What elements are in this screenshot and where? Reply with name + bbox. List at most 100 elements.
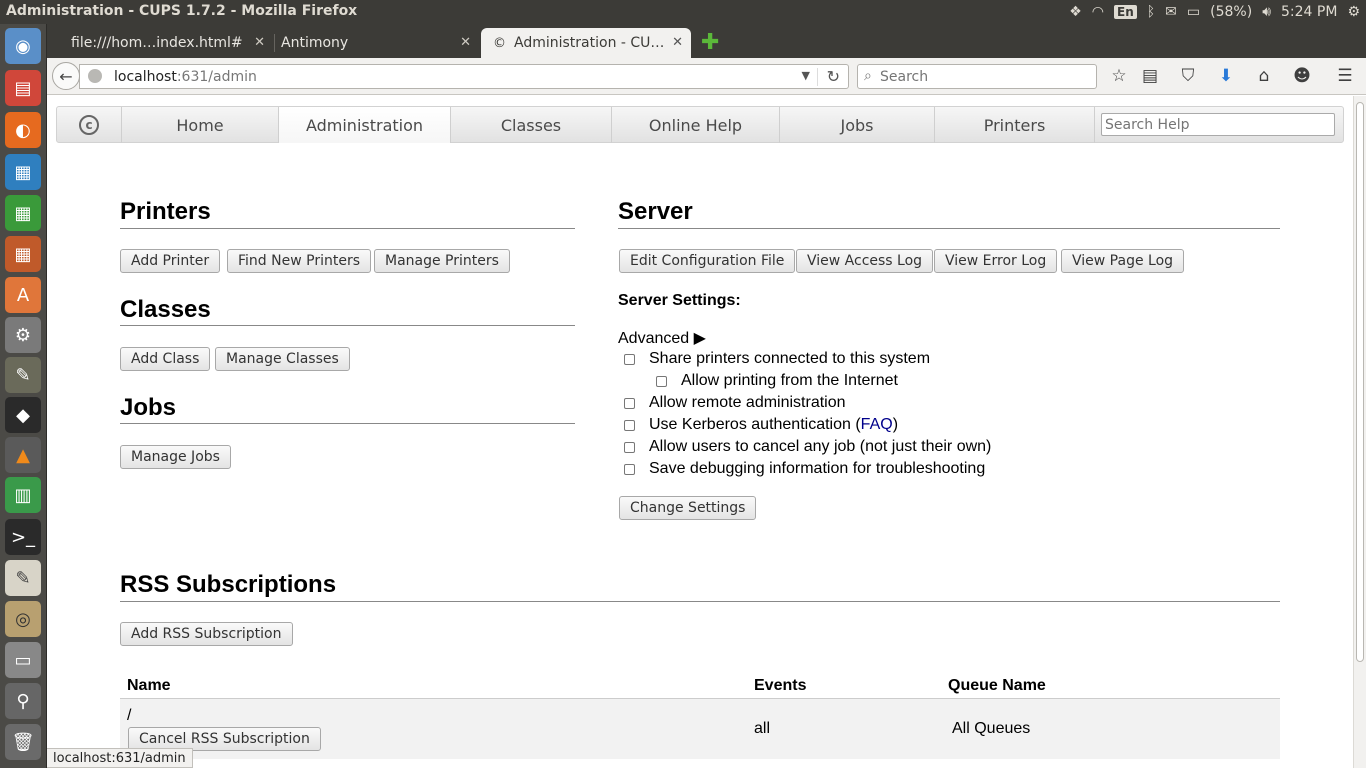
hello-chat-icon[interactable]: ☻ [1290, 65, 1314, 87]
tab-antimony[interactable]: Antimony ✕ [269, 28, 479, 58]
close-icon[interactable]: ✕ [254, 35, 265, 50]
printers-heading: Printers [120, 198, 211, 225]
trash-icon[interactable]: 🗑︎ [5, 724, 41, 760]
section-divider [120, 325, 575, 326]
change-settings-button[interactable]: Change Settings [619, 496, 757, 520]
kerberos-faq-link[interactable]: FAQ [861, 416, 893, 434]
vertical-scrollbar[interactable] [1353, 96, 1366, 768]
calc-icon[interactable]: ▦ [5, 195, 41, 231]
search-input[interactable] [880, 67, 1090, 87]
close-icon[interactable]: ✕ [672, 35, 683, 50]
nav-jobs[interactable]: Jobs [780, 107, 935, 143]
dash-icon[interactable]: ◉ [5, 28, 41, 64]
allow-internet-checkbox[interactable] [656, 375, 667, 387]
section-divider [120, 423, 575, 424]
view-page-log-button[interactable]: View Page Log [1061, 249, 1185, 273]
reload-icon[interactable]: ↻ [827, 67, 840, 86]
rss-subscription-link[interactable]: / [127, 707, 131, 725]
debug-logging-checkbox[interactable] [624, 463, 635, 475]
nav-online-help[interactable]: Online Help [612, 107, 780, 143]
tab-file[interactable]: file:///hom…index.html# ✕ [59, 28, 273, 58]
cancel-any-job-checkbox[interactable] [624, 441, 635, 453]
rss-subscriptions-heading: RSS Subscriptions [120, 571, 337, 598]
files-icon[interactable]: ▤ [5, 70, 41, 106]
add-printer-button[interactable]: Add Printer [120, 249, 221, 273]
remote-admin-label: Allow remote administration [649, 394, 846, 411]
server-heading: Server [618, 198, 693, 225]
reading-list-icon[interactable]: ▤ [1138, 65, 1162, 87]
add-rss-subscription-button[interactable]: Add RSS Subscription [120, 622, 293, 646]
close-icon[interactable]: ✕ [460, 35, 471, 50]
history-dropdown-icon[interactable]: ▼ [802, 69, 810, 82]
manage-printers-button[interactable]: Manage Printers [374, 249, 510, 273]
gear-icon[interactable]: ⚙ [1347, 4, 1360, 20]
nav-administration[interactable]: Administration [278, 107, 451, 143]
section-divider [120, 601, 1280, 602]
view-error-log-button[interactable]: View Error Log [934, 249, 1058, 273]
writer-icon[interactable]: ▦ [5, 154, 41, 190]
cups-logo[interactable]: c [57, 107, 122, 143]
tab-administration[interactable]: © Administration - CU… ✕ [481, 28, 691, 58]
home-icon[interactable]: ⌂ [1252, 65, 1276, 87]
url-separator [817, 68, 818, 86]
nav-home[interactable]: Home [122, 107, 279, 143]
inkscape-icon[interactable]: ◆ [5, 397, 41, 433]
settings-icon[interactable]: ⚙ [5, 317, 41, 353]
image-viewer-icon[interactable]: ◎ [5, 601, 41, 637]
manage-jobs-button[interactable]: Manage Jobs [120, 445, 231, 469]
battery-icon[interactable]: ▭ [1187, 4, 1200, 20]
usb-icon[interactable]: ⚲ [5, 683, 41, 719]
firefox-icon[interactable]: ◐ [5, 112, 41, 148]
libreoffice-icon[interactable]: ▥ [5, 477, 41, 513]
manage-classes-button[interactable]: Manage Classes [215, 347, 350, 371]
software-center-icon[interactable]: A [5, 277, 41, 313]
menu-icon[interactable]: ☰ [1333, 65, 1357, 87]
share-printers-checkbox[interactable] [624, 353, 635, 365]
share-printers-option: Share printers connected to this system [624, 350, 930, 368]
advanced-link[interactable]: Advanced ▶ [618, 328, 706, 348]
text-editor-icon[interactable]: ✎ [5, 560, 41, 596]
column-header-name: Name [127, 677, 171, 694]
nav-classes[interactable]: Classes [451, 107, 612, 143]
tab-label: Administration - CU… [514, 35, 665, 51]
mail-icon[interactable]: ✉ [1165, 4, 1177, 20]
allow-internet-label: Allow printing from the Internet [681, 372, 898, 389]
wifi-icon[interactable]: ◠ [1092, 4, 1104, 20]
tab-strip: file:///hom…index.html# ✕ Antimony ✕ © A… [47, 24, 1366, 58]
edit-configuration-file-button[interactable]: Edit Configuration File [619, 249, 796, 273]
dropbox-icon[interactable]: ❖ [1069, 4, 1082, 20]
view-access-log-button[interactable]: View Access Log [796, 249, 934, 273]
scrollbar-thumb[interactable] [1356, 102, 1364, 662]
battery-percent: (58%) [1210, 4, 1253, 20]
back-button[interactable]: ← [52, 62, 80, 90]
cancel-any-job-option: Allow users to cancel any job (not just … [624, 438, 991, 456]
keyboard-layout-indicator[interactable]: En [1114, 5, 1137, 19]
add-class-button[interactable]: Add Class [120, 347, 211, 371]
remote-admin-checkbox[interactable] [624, 397, 635, 409]
volume-icon[interactable]: 🔊︎ [1262, 4, 1271, 20]
downloads-icon[interactable]: ⬇ [1214, 65, 1238, 87]
terminal-icon[interactable]: >_ [5, 519, 41, 555]
clock[interactable]: 5:24 PM [1281, 4, 1337, 20]
pocket-icon[interactable]: ⛉ [1176, 65, 1200, 87]
search-bar: ⌕ [857, 64, 1097, 89]
cups-favicon-icon: © [493, 35, 506, 51]
url-bar[interactable]: localhost:631/admin ▼ ↻ [79, 64, 849, 89]
nav-printers[interactable]: Printers [935, 107, 1095, 143]
column-header-events: Events [754, 677, 807, 694]
bluetooth-icon[interactable]: ᛒ [1147, 4, 1155, 20]
navigation-toolbar: localhost:631/admin ▼ ↻ ← ⌕ ☆ ▤ ⛉ ⬇ ⌂ ☻ … [47, 58, 1366, 95]
share-printers-label: Share printers connected to this system [649, 350, 931, 367]
gimp-icon[interactable]: ✎ [5, 357, 41, 393]
impress-icon[interactable]: ▦ [5, 236, 41, 272]
system-tray: ❖ ◠ En ᛒ ✉ ▭ (58%) 🔊︎ 5:24 PM ⚙ [1069, 2, 1360, 22]
bookmark-star-icon[interactable]: ☆ [1107, 65, 1131, 87]
find-new-printers-button[interactable]: Find New Printers [227, 249, 371, 273]
site-identity-icon[interactable] [88, 69, 102, 83]
help-search-input[interactable] [1101, 113, 1335, 136]
new-tab-plus-icon[interactable]: ✚ [701, 30, 719, 55]
url-text[interactable]: localhost:631/admin [114, 69, 257, 85]
drive-icon[interactable]: ▭ [5, 642, 41, 678]
kerberos-checkbox[interactable] [624, 419, 635, 431]
vlc-icon[interactable]: ▲ [5, 437, 41, 473]
